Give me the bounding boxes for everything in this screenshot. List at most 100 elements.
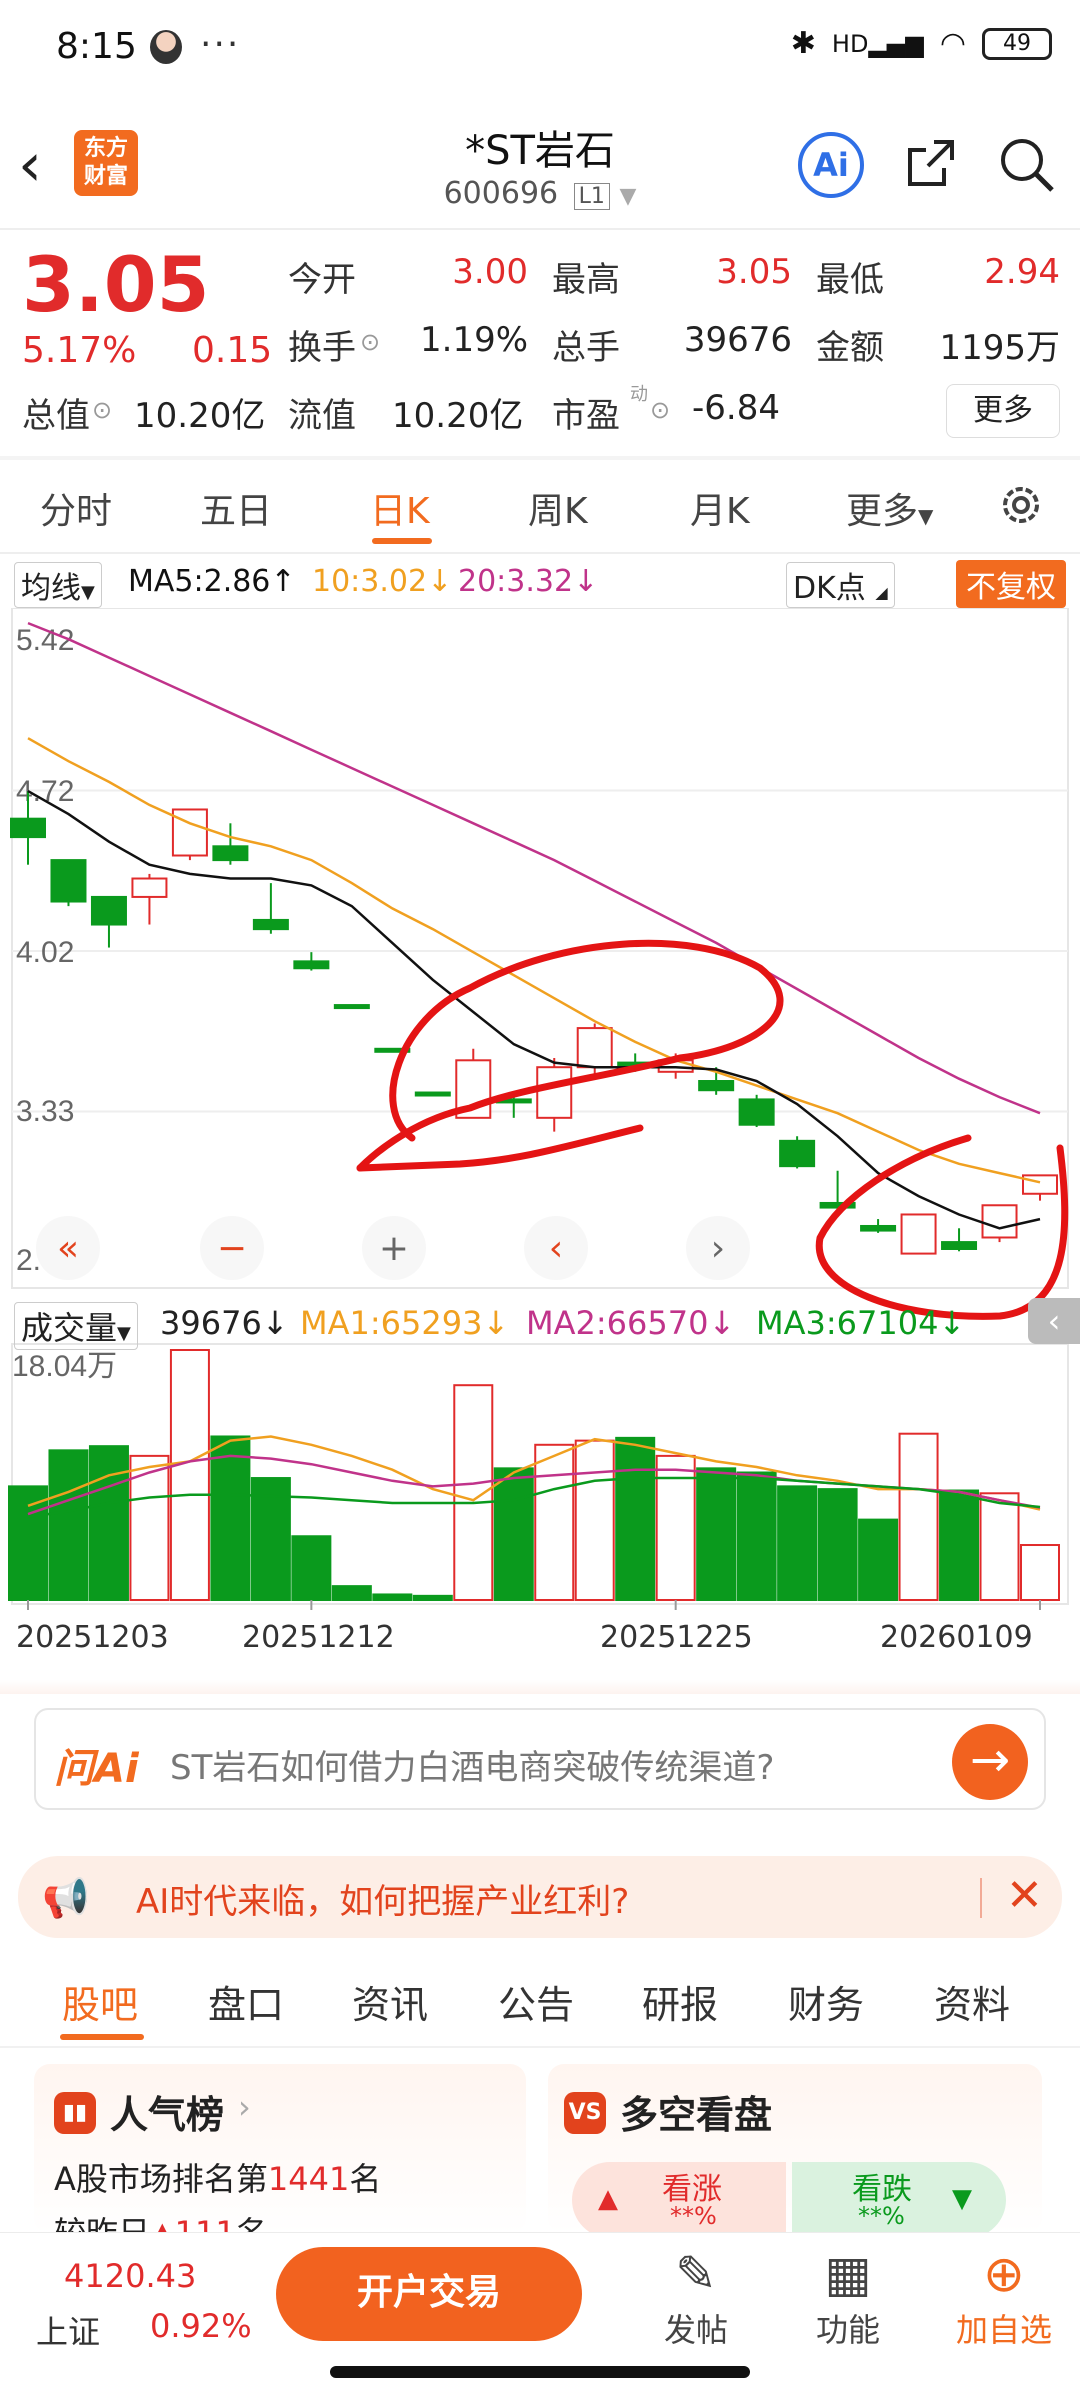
ma20-text: 20:3.32	[458, 564, 574, 599]
volume-bar	[88, 1445, 129, 1601]
candle	[414, 1091, 451, 1097]
quote-more-button[interactable]: 更多	[946, 384, 1060, 438]
tab-pankou[interactable]: 盘口	[208, 1974, 284, 2029]
current-price: 3.05	[22, 240, 210, 329]
index-value[interactable]: 4120.43	[64, 2257, 196, 2295]
total-value: 10.20亿	[134, 396, 266, 436]
chart-control-icon: +	[379, 1228, 409, 1269]
ma5-line	[27, 790, 1041, 1230]
bull-bear-card[interactable]: VS 多空看盘 ▲ 看涨 **% 看跌 **% ▼	[548, 2064, 1042, 2234]
bluetooth-icon: ✱	[790, 26, 816, 61]
candle	[941, 1241, 978, 1250]
adjust-badge[interactable]: 不复权	[956, 560, 1066, 608]
index-percent[interactable]: 0.92%	[150, 2307, 252, 2345]
volume-bar	[169, 1349, 210, 1601]
chevron-down-icon: ▼	[619, 184, 637, 209]
ask-ai-box[interactable]: 问Ai ST岩石如何借力白酒电商突破传统渠道? →	[34, 1708, 1046, 1810]
plus-circle-icon: ⊕	[983, 2245, 1025, 2303]
vol-ma3-text: MA3:67104	[756, 1304, 939, 1342]
tab-monthly-k[interactable]: 月K	[690, 482, 750, 534]
candle	[50, 859, 87, 903]
collapse-arrow-icon[interactable]: ‹	[1028, 1298, 1080, 1344]
volume-bar	[858, 1518, 899, 1601]
volume-text: 39676	[160, 1304, 262, 1342]
float-value-label: 流值	[288, 396, 356, 436]
tab-daily-k[interactable]: 日K	[370, 482, 430, 534]
tab-intraday[interactable]: 分时	[40, 482, 112, 534]
ask-ai-prompt[interactable]: ST岩石如何借力白酒电商突破传统渠道?	[170, 1740, 774, 1789]
tab-guba[interactable]: 股吧	[62, 1974, 138, 2029]
bull-bear-title: 多空看盘	[620, 2093, 773, 2137]
promo-banner[interactable]: 📢 AI时代来临，如何把握产业红利? ✕	[18, 1856, 1062, 1938]
rank-change-line: 较昨日▲111名	[54, 2208, 268, 2234]
caret-down-icon: ▼	[918, 504, 934, 528]
tab-finance[interactable]: 财务	[788, 1974, 864, 2029]
quote-label: 总手	[552, 328, 620, 368]
home-indicator[interactable]	[330, 2366, 750, 2378]
volume-select[interactable]: 成交量▼	[14, 1302, 138, 1350]
open-account-trade-button[interactable]: 开户交易	[276, 2247, 582, 2341]
nav-functions-label: 功能	[815, 2311, 880, 2349]
info-tab-underline	[60, 2034, 144, 2040]
annotation-stroke	[815, 1134, 1069, 1320]
banner-text[interactable]: AI时代来临，如何把握产业红利?	[136, 1874, 629, 1923]
popularity-card[interactable]: ▮▮ 人气榜 › A股市场排名第1441名 较昨日▲111名	[34, 2064, 526, 2234]
volume-bar	[574, 1439, 615, 1602]
volume-bar	[1020, 1544, 1060, 1601]
indicator-select[interactable]: 均线▼	[14, 562, 102, 608]
tab-announcements[interactable]: 公告	[498, 1974, 574, 2029]
info-icon[interactable]: ⊙	[650, 396, 670, 424]
grid-icon: ▦	[824, 2245, 872, 2303]
date-tick: 20251225	[600, 1620, 753, 1655]
arrow-right-icon[interactable]: →	[952, 1724, 1028, 1800]
bear-button[interactable]: 看跌 **% ▼	[792, 2162, 1006, 2234]
candle	[212, 845, 249, 862]
gear-icon[interactable]	[996, 480, 1046, 530]
info-icon[interactable]: ⊙	[92, 396, 112, 424]
tab-weekly-k[interactable]: 周K	[528, 482, 588, 534]
nav-post[interactable]: ✎ 发帖	[636, 2243, 756, 2351]
nav-functions[interactable]: ▦ 功能	[788, 2243, 908, 2351]
ma20-value: 20:3.32↓	[458, 564, 598, 599]
tab-profile[interactable]: 资料	[934, 1974, 1010, 2029]
candle	[698, 1080, 735, 1092]
volume-bar	[736, 1471, 777, 1602]
info-tabs: 股吧 盘口 资讯 公告 研报 财务 资料	[0, 1952, 1080, 2048]
quote-value: 3.00	[452, 252, 528, 292]
ma5-text: MA5:2.86	[128, 564, 271, 599]
rank-change-prefix: 较昨日	[54, 2214, 151, 2234]
volume-value: 39676↓	[160, 1304, 289, 1342]
search-icon[interactable]	[996, 134, 1056, 194]
vs-icon: VS	[564, 2092, 606, 2134]
ma10-text: 10:3.02	[312, 564, 428, 599]
ai-icon[interactable]: Ai	[798, 132, 864, 198]
y-tick-label: 4.02	[16, 936, 74, 969]
tab-research[interactable]: 研报	[642, 1974, 718, 2029]
level-badge: L1	[573, 183, 610, 210]
total-value-label: 总值	[22, 396, 90, 436]
tab-news[interactable]: 资讯	[352, 1974, 428, 2029]
tab-more[interactable]: 更多▼	[846, 482, 933, 534]
ma10-value: 10:3.02↓	[312, 564, 452, 599]
tab-more-label: 更多	[846, 491, 919, 532]
share-icon[interactable]	[900, 134, 960, 194]
k-line-chart[interactable]: 5.424.724.023.332.63«−+‹›18.04万	[0, 608, 1080, 1678]
volume-bar	[372, 1593, 413, 1602]
pe-value: -6.84	[692, 388, 780, 428]
tab-five-day[interactable]: 五日	[200, 482, 272, 534]
change-percent: 5.17%	[22, 330, 137, 371]
candle	[900, 1213, 937, 1255]
index-name[interactable]: 上证	[36, 2307, 100, 2353]
volume-legend: 成交量▼ 39676↓ MA1:65293↓ MA2:66570↓ MA3:67…	[0, 1296, 1080, 1350]
dk-point-select[interactable]: DK点 ◢	[786, 562, 895, 608]
bull-button[interactable]: ▲ 看涨 **%	[572, 2162, 786, 2234]
candle	[131, 877, 168, 898]
rank-prefix: A股市场排名第	[54, 2160, 268, 2198]
close-icon[interactable]: ✕	[1006, 1870, 1043, 1921]
chart-control-icon: ›	[711, 1228, 725, 1269]
y-tick-label: 4.72	[16, 775, 74, 808]
volume-bar	[534, 1443, 575, 1602]
rank-suffix: 名	[349, 2160, 382, 2198]
info-icon[interactable]: ⊙	[360, 328, 380, 356]
nav-add-watchlist[interactable]: ⊕ 加自选	[944, 2243, 1064, 2351]
